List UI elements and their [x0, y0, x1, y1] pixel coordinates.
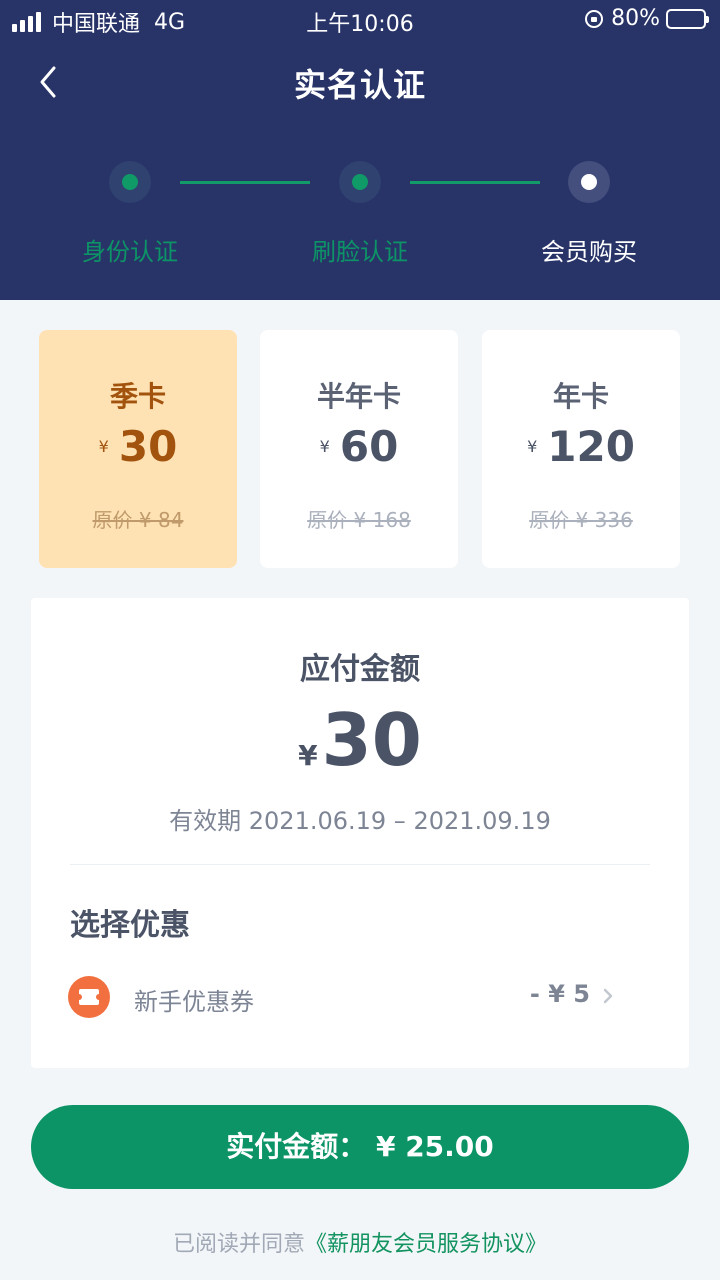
discount-heading: 选择优惠 [70, 908, 190, 943]
plan-price: ¥60 [260, 422, 458, 471]
agreement-prefix: 已阅读并同意 [172, 1232, 305, 1257]
plan-price-value: 30 [118, 422, 178, 471]
plan-card-yearly[interactable]: 年卡 ¥120 原价 ¥ 336 [482, 330, 680, 568]
status-right: 80% [585, 6, 709, 31]
payment-title: 应付金额 [300, 652, 420, 687]
chevron-right-icon [603, 988, 613, 1004]
plan-name: 季卡 [109, 380, 166, 413]
coupon-label: 新手优惠券 [134, 988, 254, 1016]
agreement-link[interactable]: 《薪朋友会员服务协议》 [305, 1232, 547, 1257]
step-label-identity: 身份认证 [82, 238, 178, 266]
plan-original-price: 原价 ¥ 336 [529, 508, 633, 532]
currency-symbol: ¥ [98, 437, 109, 456]
payment-amount-value: 30 [321, 698, 422, 782]
coupon-row[interactable]: 新手优惠券 - ¥ 5 [68, 974, 652, 1020]
agreement-text: 已阅读并同意《薪朋友会员服务协议》 [0, 1226, 720, 1258]
plan-name: 半年卡 [316, 380, 401, 413]
step-label-face: 刷脸认证 [312, 238, 408, 266]
step-dot-identity [109, 161, 151, 203]
ticket-icon [68, 976, 110, 1018]
battery-icon [666, 8, 709, 29]
plan-price: ¥120 [482, 422, 680, 471]
plan-name: 年卡 [552, 380, 609, 413]
plan-price: ¥30 [39, 422, 237, 471]
step-label-membership: 会员购买 [541, 238, 637, 266]
step-dot-face [339, 161, 381, 203]
pay-button[interactable]: 实付金额： ¥ 25.00 [31, 1105, 689, 1189]
plan-original-price: 原价 ¥ 84 [92, 508, 184, 532]
payment-amount: ¥30 [31, 698, 689, 782]
plan-card-quarterly[interactable]: 季卡 ¥30 原价 ¥ 84 [39, 330, 237, 568]
plan-price-value: 60 [339, 422, 399, 471]
battery-percent: 80% [611, 6, 660, 31]
plan-card-half-year[interactable]: 半年卡 ¥60 原价 ¥ 168 [260, 330, 458, 568]
status-bar: 中国联通 4G 上午10:06 80% [0, 0, 720, 40]
validity-period: 有效期 2021.06.19 – 2021.09.19 [169, 807, 551, 835]
page-title: 实名认证 [293, 66, 426, 104]
plan-price-value: 120 [547, 422, 635, 471]
orientation-lock-icon [585, 9, 604, 28]
plan-original-price: 原价 ¥ 168 [307, 508, 411, 532]
currency-symbol: ¥ [298, 739, 318, 772]
step-connector [410, 181, 540, 184]
payment-card: 应付金额 ¥30 有效期 2021.06.19 – 2021.09.19 选择优… [31, 598, 689, 1068]
step-connector [180, 181, 310, 184]
coupon-value: - ¥ 5 [529, 980, 590, 1008]
step-dot-membership [568, 161, 610, 203]
currency-symbol: ¥ [527, 437, 538, 456]
currency-symbol: ¥ [319, 437, 330, 456]
header: 中国联通 4G 上午10:06 80% 实名认证 身份认证 刷脸认证 会员购买 [0, 0, 720, 300]
divider [70, 864, 650, 865]
